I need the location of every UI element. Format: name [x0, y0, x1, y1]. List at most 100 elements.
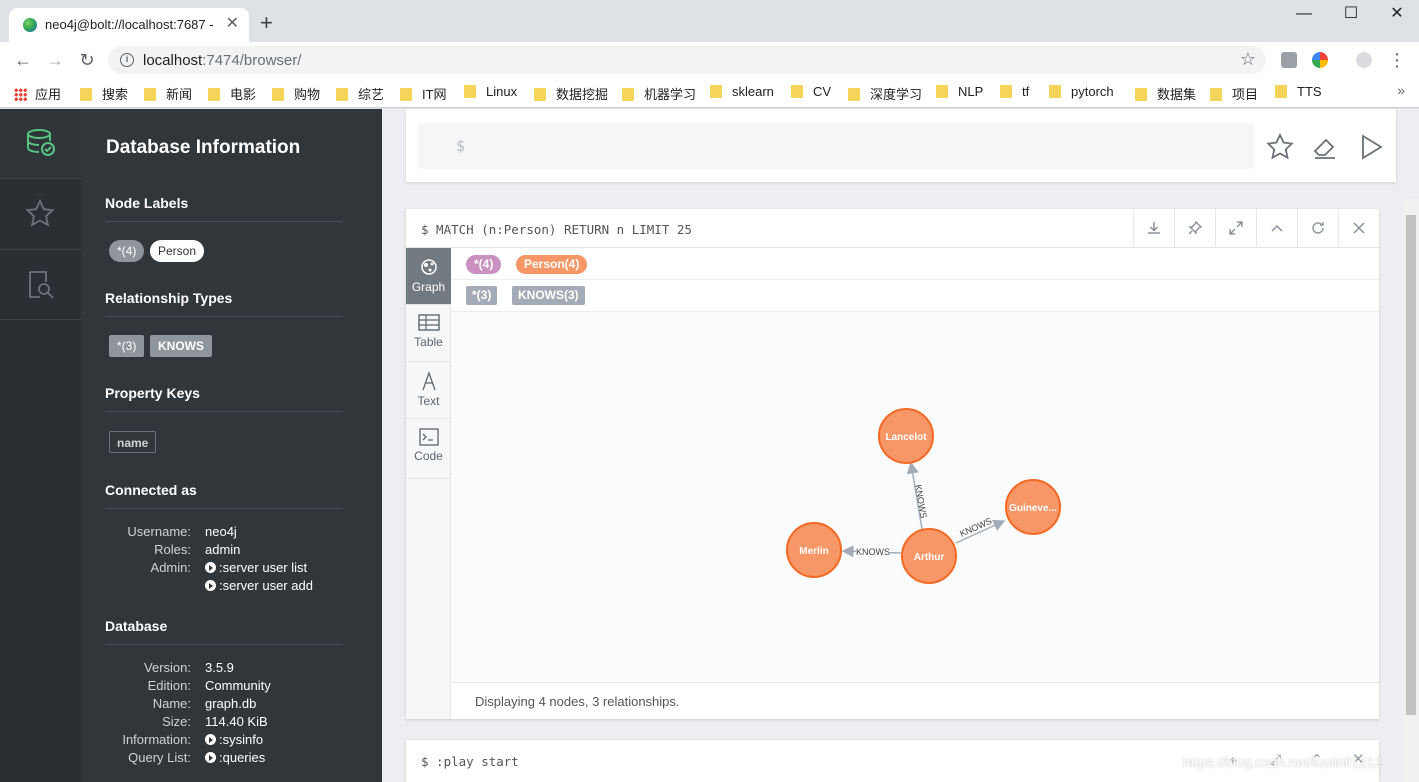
extension-icon[interactable] [1281, 52, 1297, 68]
tab-graph[interactable]: Graph [406, 248, 451, 305]
node-merlin[interactable]: Merlin [786, 522, 842, 578]
node-caption: Arthur [914, 552, 945, 563]
scrollbar-thumb[interactable] [1406, 215, 1416, 715]
bookmark-folder[interactable]: 机器学习 [622, 84, 696, 103]
legend-all-rels[interactable]: *(3) [466, 286, 498, 305]
frame-query[interactable]: $ :play start [421, 754, 519, 769]
chrome-extension-icon[interactable] [1312, 52, 1328, 68]
bookmark-star-icon[interactable]: ☆ [1240, 49, 1256, 70]
bookmarks-bar: 应用 搜索 新闻 电影 购物 综艺 IT网 Linux 数据挖掘 机器学习 sk… [0, 78, 1419, 108]
profile-icon[interactable] [1356, 52, 1372, 68]
new-tab-icon[interactable]: + [260, 12, 273, 34]
query-editor: $ [406, 109, 1396, 182]
rerun-button[interactable] [1297, 209, 1338, 248]
bookmark-label: tf [1022, 84, 1030, 99]
version-label: Version: [144, 660, 191, 675]
bookmark-folder[interactable]: 数据挖掘 [534, 84, 608, 103]
queries-link[interactable]: :queries [205, 750, 265, 765]
bookmark-folder[interactable]: 项目 [1210, 84, 1258, 103]
frame-query[interactable]: $ MATCH (n:Person) RETURN n LIMIT 25 [421, 222, 692, 237]
rel-type-knows[interactable]: KNOWS [150, 335, 212, 357]
folder-icon [710, 85, 722, 98]
neo4j-browser-app: Database Information Node Labels *(4) Pe… [0, 109, 1419, 782]
bookmark-folder[interactable]: sklearn [710, 84, 774, 99]
node-label-all[interactable]: *(4) [109, 240, 145, 262]
legend-knows[interactable]: KNOWS(3) [512, 286, 585, 305]
close-tab-icon[interactable]: ✕ [226, 15, 239, 33]
browser-tab[interactable]: neo4j@bolt://localhost:7687 - ✕ [9, 8, 249, 42]
admin-label: Admin: [150, 560, 191, 575]
address-bar[interactable]: i localhost:7474/browser/ ☆ [108, 46, 1266, 74]
bookmark-folder[interactable]: 深度学习 [848, 84, 922, 103]
folder-icon [400, 88, 412, 101]
node-label-person[interactable]: Person [150, 240, 205, 262]
run-play-icon[interactable] [1357, 133, 1385, 161]
name-value: graph.db [205, 696, 257, 711]
nav-database-info[interactable] [0, 109, 81, 179]
username-value: neo4j [205, 524, 237, 539]
property-key-name[interactable]: name [109, 431, 157, 453]
node-labels-heading: Node Labels [105, 195, 343, 222]
node-lancelot[interactable]: Lancelot [878, 408, 934, 464]
sysinfo-link[interactable]: :sysinfo [205, 732, 263, 747]
watermark: https://blog.csdn.net/luolinll1212 [1183, 754, 1383, 770]
tab-table[interactable]: Table [406, 305, 451, 362]
info-icon[interactable]: i [120, 53, 134, 67]
bookmark-apps[interactable]: 应用 [14, 84, 61, 103]
bookmark-folder[interactable]: 综艺 [336, 84, 384, 103]
server-user-add-link[interactable]: :server user add [205, 578, 313, 593]
bookmark-label: 项目 [1232, 87, 1259, 102]
query-list-label: Query List: [128, 750, 191, 765]
bookmark-folder[interactable]: tf [1000, 84, 1029, 99]
minimize-icon[interactable]: — [1294, 6, 1314, 22]
close-window-icon[interactable]: ✕ [1387, 6, 1407, 22]
more-bookmarks-icon[interactable]: » [1397, 82, 1405, 98]
bookmark-folder[interactable]: 搜索 [80, 84, 128, 103]
bookmark-label: 购物 [294, 87, 321, 102]
forward-icon[interactable]: → [44, 49, 66, 71]
bookmark-label: 电影 [230, 87, 257, 102]
eraser-icon[interactable] [1311, 133, 1339, 161]
maximize-icon[interactable]: ☐ [1341, 6, 1361, 22]
close-frame-button[interactable] [1338, 209, 1379, 248]
server-user-list-link[interactable]: :server user list [205, 560, 307, 575]
legend-person[interactable]: Person(4) [516, 255, 588, 274]
pin-button[interactable] [1174, 209, 1215, 248]
menu-icon[interactable]: ⋮ [1386, 49, 1408, 71]
rel-type-all[interactable]: *(3) [109, 335, 145, 357]
reload-icon[interactable]: ↻ [76, 49, 98, 71]
tab-text[interactable]: Text [406, 362, 451, 419]
node-arthur[interactable]: Arthur [901, 528, 957, 584]
nav-favorites[interactable] [0, 180, 81, 250]
bookmark-folder[interactable]: CV [791, 84, 831, 99]
query-input[interactable]: $ [418, 123, 1254, 169]
graph-canvas[interactable]: KNOWS KNOWS KNOWS Lancelot Guineve... Me… [451, 312, 1379, 682]
nav-documents[interactable] [0, 250, 81, 320]
node-guinevere[interactable]: Guineve... [1005, 479, 1061, 535]
bookmark-label: 深度学习 [870, 87, 923, 102]
favorite-star-icon[interactable] [1266, 133, 1294, 161]
bookmark-folder[interactable]: pytorch [1049, 84, 1114, 99]
bookmark-label: 数据集 [1157, 87, 1197, 102]
connected-as-heading: Connected as [105, 482, 343, 509]
download-button[interactable] [1133, 209, 1174, 248]
bookmark-folder[interactable]: 购物 [272, 84, 320, 103]
bookmark-folder[interactable]: 数据集 [1135, 84, 1196, 103]
bookmark-folder[interactable]: TTS [1275, 84, 1322, 99]
bookmark-folder[interactable]: IT网 [400, 84, 447, 103]
bookmark-folder[interactable]: 电影 [208, 84, 256, 103]
bookmark-folder[interactable]: Linux [464, 84, 517, 99]
page-scrollbar[interactable] [1403, 199, 1419, 782]
graph-svg[interactable]: KNOWS KNOWS KNOWS Lancelot Guineve... Me… [451, 312, 1379, 682]
back-icon[interactable]: ← [12, 49, 34, 71]
collapse-button[interactable] [1256, 209, 1297, 248]
legend-all-nodes[interactable]: *(4) [466, 255, 502, 274]
drawer-title: Database Information [106, 137, 301, 158]
bookmark-label: sklearn [732, 84, 774, 99]
fullscreen-button[interactable] [1215, 209, 1256, 248]
expand-icon [1229, 221, 1243, 235]
bookmark-folder[interactable]: 新闻 [144, 84, 192, 103]
bookmark-folder[interactable]: NLP [936, 84, 983, 99]
database-heading: Database [105, 618, 343, 645]
tab-code[interactable]: Code [406, 419, 451, 479]
